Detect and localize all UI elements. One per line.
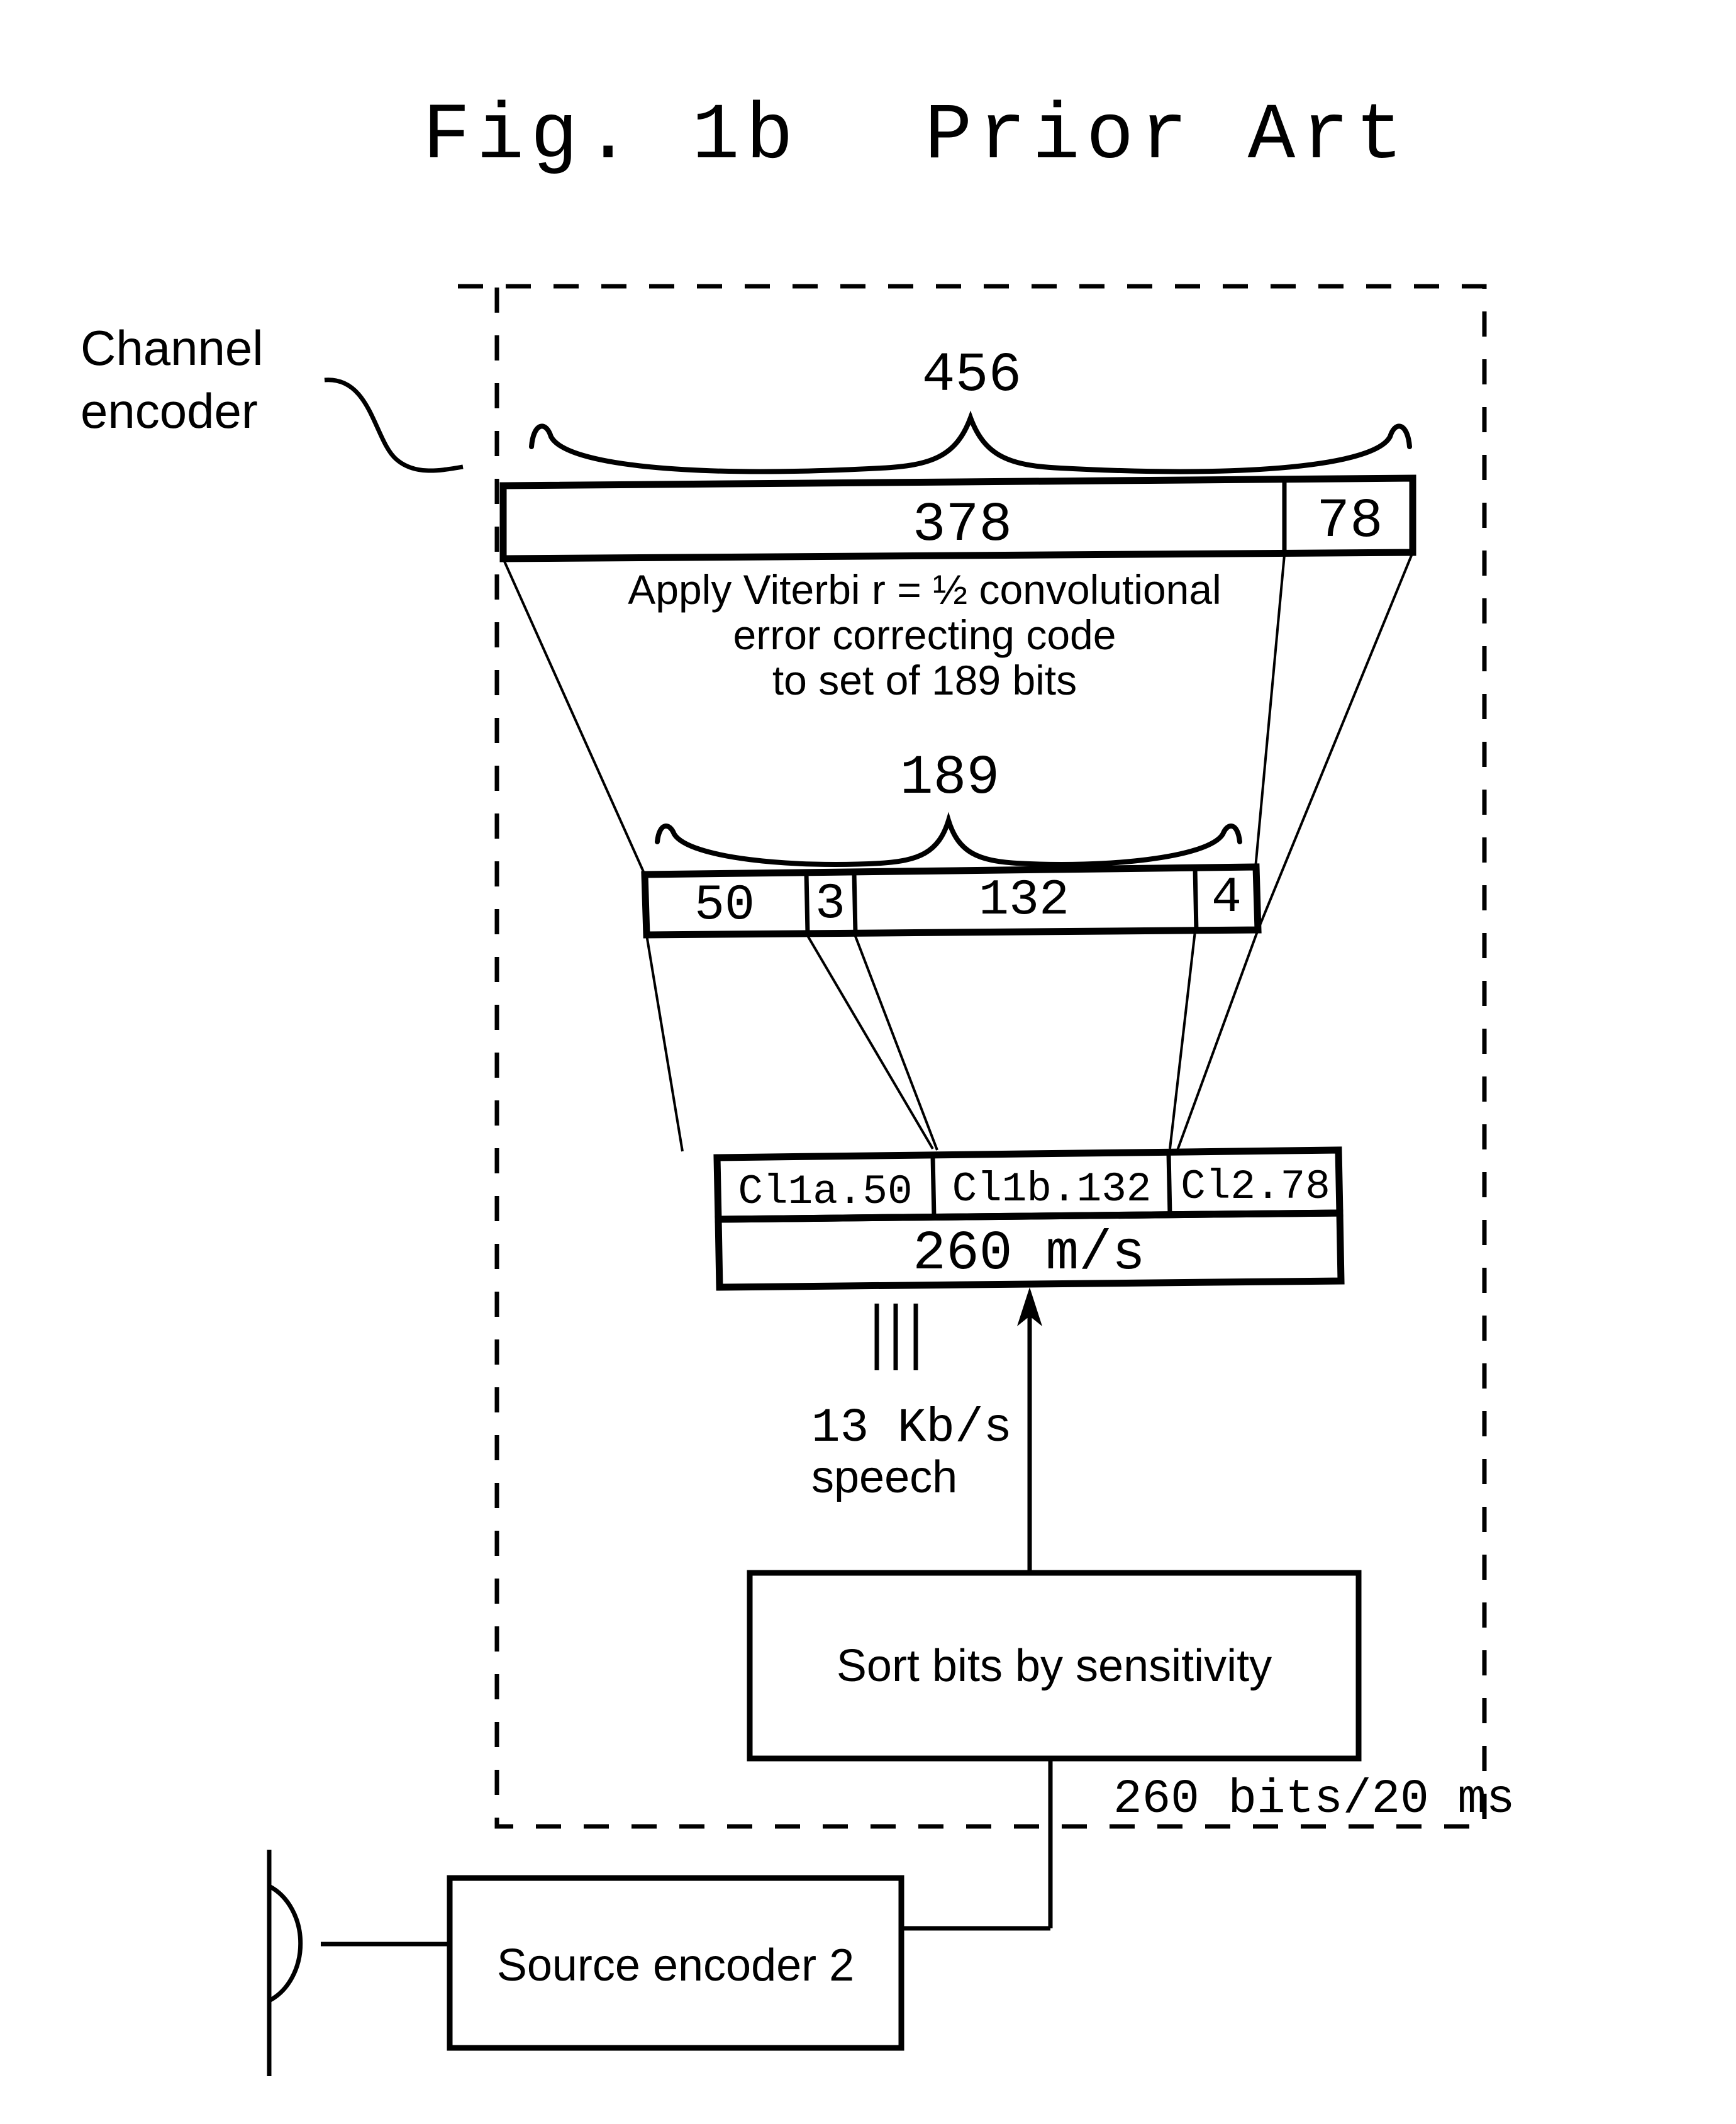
trapezoid-left-edge (502, 558, 646, 875)
mid-brace (655, 812, 1242, 868)
figure-title-note: Prior Art (925, 91, 1410, 181)
mid-bar-divider-3 (1193, 868, 1199, 932)
trapezoid2-seg3-edge (1169, 931, 1196, 1149)
class-bar-divider-2 (1166, 1153, 1172, 1216)
viterbi-text-line3: to set of 189 bits (772, 657, 1077, 703)
viterbi-text-line1: Apply Viterbi r = ½ convolutional (628, 566, 1221, 613)
mid-bar-segment-132: 132 (979, 872, 1069, 929)
mid-bar-segment-4: 4 (1211, 869, 1242, 927)
sort-bits-box: Sort bits by sensitivity (747, 1570, 1362, 1762)
speech-kind-label: speech (811, 1452, 957, 1502)
rate-bar-group: 260 m/s (715, 1209, 1345, 1291)
top-brace-label: 456 (922, 345, 1021, 407)
top-brace (529, 410, 1412, 474)
top-bar-segment-78: 78 (1316, 491, 1383, 553)
figure-page: Fig. 1b Prior Art Channel encoder 456 37… (0, 0, 1736, 2124)
trapezoid-outer-right-edge (1257, 552, 1414, 931)
trapezoid2-seg1-edge (805, 932, 934, 1150)
mid-bar-divider-1 (804, 873, 810, 934)
speech-tick-marks (874, 1304, 918, 1370)
mid-bar-segment-3: 3 (815, 876, 845, 933)
sort-bits-box-label: Sort bits by sensitivity (837, 1641, 1272, 1691)
rate-bar-label: 260 m/s (913, 1223, 1145, 1285)
sort-to-source-connector (898, 1758, 1053, 1963)
class-bar-divider-1 (930, 1156, 937, 1218)
top-bar-group: 378 78 (499, 474, 1416, 562)
boundary-rate-annotation: 260 bits/20 ms (1113, 1772, 1515, 1826)
speech-rate-label: 13 Kb/s (811, 1401, 1012, 1455)
mid-bar-group: 50 3 132 4 (641, 863, 1262, 939)
source-encoder-box: Source encoder 2 (447, 1875, 904, 2051)
channel-encoder-label-line2: encoder (81, 383, 258, 439)
top-bar-segment-378: 378 (913, 495, 1012, 557)
trapezoid2-right-edge (1176, 929, 1259, 1151)
mid-bar-segment-50: 50 (694, 877, 755, 934)
viterbi-text-line2: error correcting code (733, 612, 1116, 658)
mid-bar-divider-2 (852, 872, 858, 934)
source-encoder-box-label: Source encoder 2 (497, 1940, 854, 1991)
microphone-diaphragm (268, 1884, 303, 2003)
class-bar-group: Cl1a.50 Cl1b.132 Cl2.78 (713, 1146, 1344, 1223)
class-bar-segment-cl1b: Cl1b.132 (952, 1166, 1152, 1213)
class-bar-segment-cl2: Cl2.78 (1181, 1163, 1330, 1210)
channel-encoder-leader-line (324, 377, 464, 473)
patent-figure-1b: Fig. 1b Prior Art Channel encoder 456 37… (81, 91, 1515, 2076)
figure-title: Fig. 1b (423, 91, 799, 181)
microphone-icon (267, 1850, 450, 2076)
trapezoid2-seg2-edge (853, 932, 938, 1151)
class-bar-segment-cl1a: Cl1a.50 (738, 1168, 912, 1216)
trapezoid2-left-edge (645, 934, 684, 1152)
mid-brace-label: 189 (900, 747, 999, 810)
sort-to-rate-arrow (1017, 1287, 1042, 1573)
trapezoid-inner-right-edge (1254, 554, 1286, 875)
channel-encoder-label-line1: Channel (81, 320, 264, 376)
